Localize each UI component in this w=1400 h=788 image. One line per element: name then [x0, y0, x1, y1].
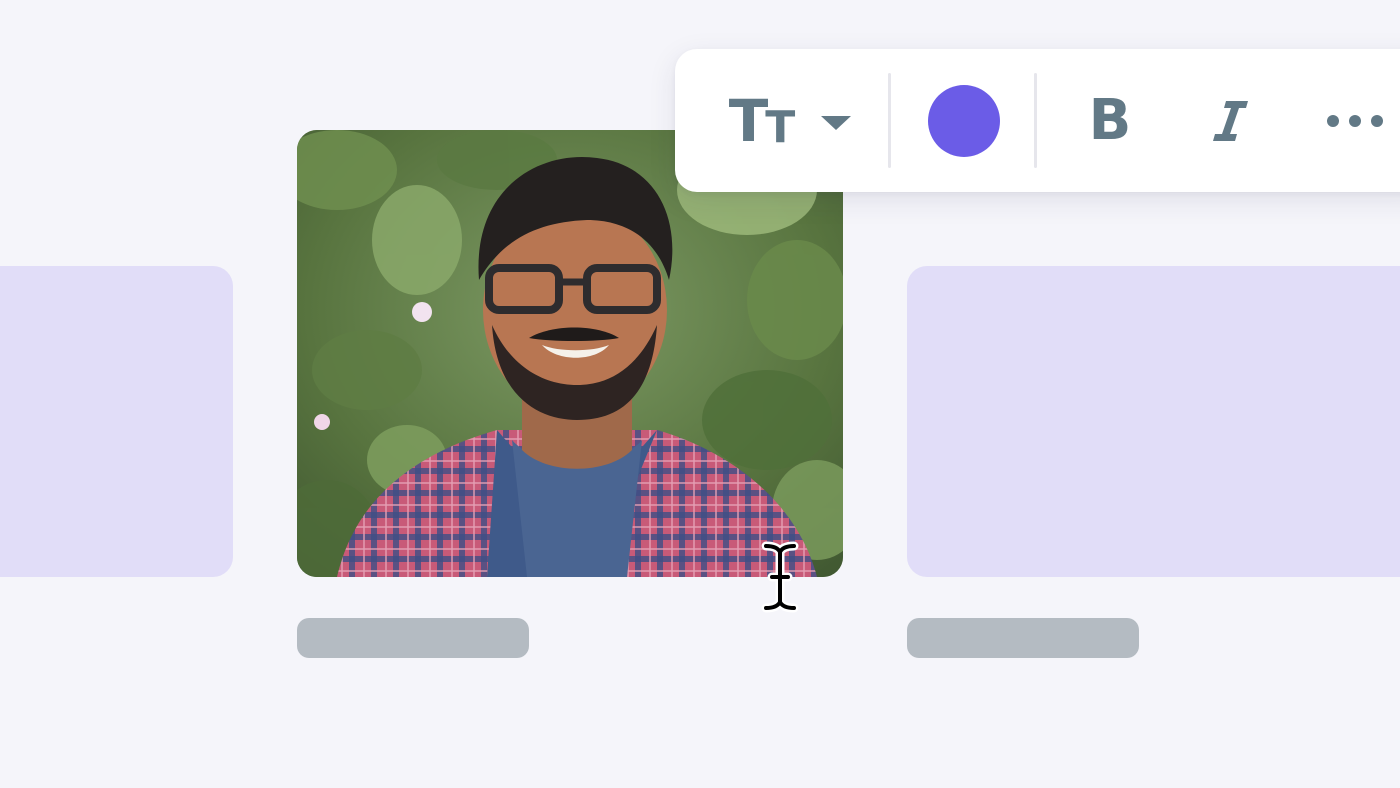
text-color-button[interactable] — [910, 49, 1017, 192]
more-horizontal-icon — [1327, 114, 1339, 127]
text-size-glyph-small: T — [765, 101, 795, 153]
caption-placeholder-center[interactable] — [297, 618, 529, 658]
toolbar-divider — [888, 73, 891, 168]
profile-photo-card[interactable] — [297, 130, 843, 577]
canvas: TT B — [0, 0, 1400, 788]
toolbar-divider — [1034, 73, 1037, 168]
chevron-down-icon — [821, 115, 852, 130]
italic-icon — [1213, 100, 1248, 141]
text-size-glyph-large: T — [728, 86, 769, 155]
portrait-photo — [297, 130, 843, 577]
color-swatch — [927, 84, 1000, 157]
caption-placeholder-right[interactable] — [907, 618, 1139, 658]
text-size-icon: TT — [728, 86, 796, 155]
text-format-toolbar: TT B — [675, 49, 1400, 192]
italic-button[interactable] — [1180, 49, 1280, 192]
bold-button[interactable]: B — [1060, 49, 1160, 192]
image-placeholder-right[interactable] — [907, 266, 1400, 577]
more-options-button[interactable] — [1305, 49, 1400, 192]
text-cursor-icon — [761, 541, 799, 613]
image-placeholder-left[interactable] — [0, 266, 233, 577]
bold-icon: B — [1088, 88, 1132, 153]
text-size-dropdown[interactable]: TT — [715, 49, 865, 192]
